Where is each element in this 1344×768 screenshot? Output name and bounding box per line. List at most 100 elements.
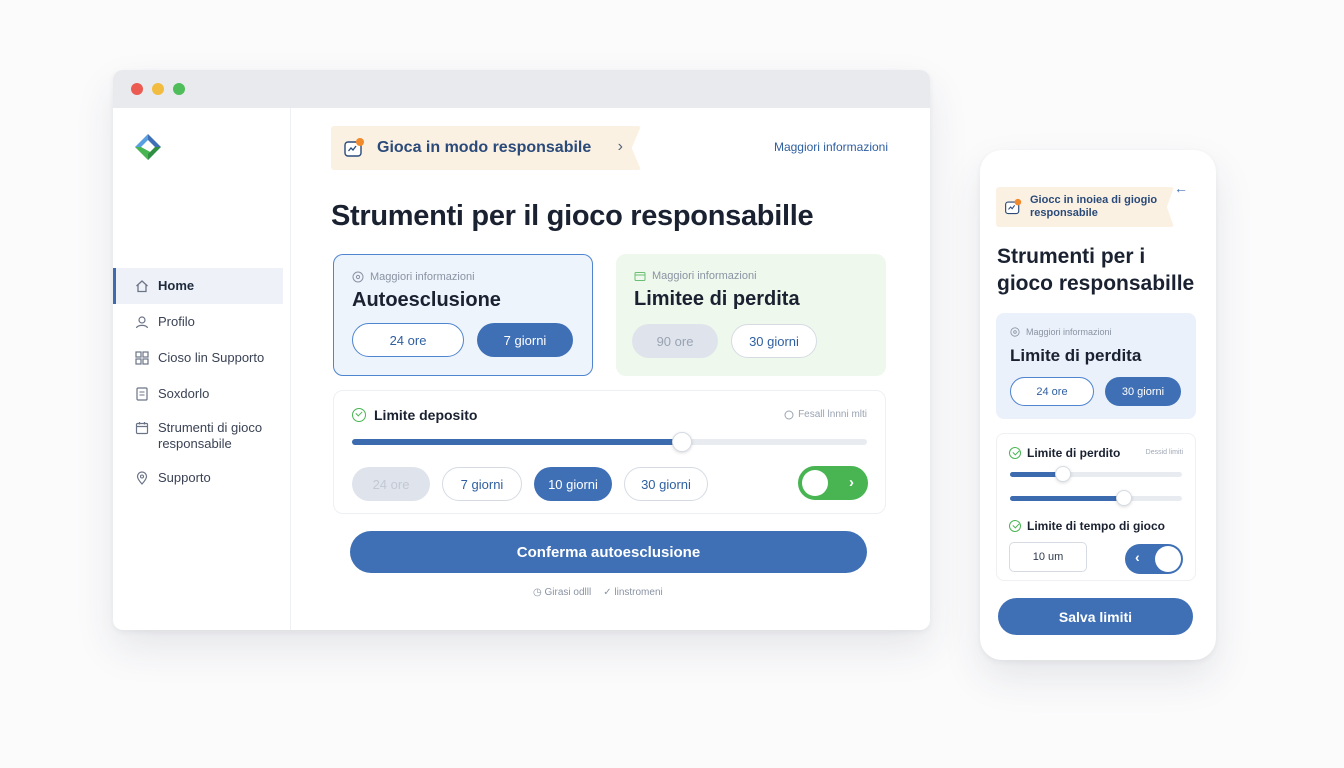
card-info[interactable]: Maggiori informazioni [634, 270, 757, 282]
time-limit-toggle[interactable]: ‹ [1125, 544, 1183, 574]
card-title: Limite di perdita [1010, 346, 1142, 365]
footer-link-left[interactable]: ◷ Girasi odlll [533, 587, 591, 598]
sidebar-item-home[interactable]: Home [113, 268, 283, 304]
slider-thumb[interactable] [1055, 466, 1072, 482]
mobile-page-title: Strumenti per i gioco responsabille [997, 245, 1195, 295]
deposit-option-7-giorni[interactable]: 7 giorni [442, 467, 522, 501]
chevron-right-icon: › [849, 474, 854, 491]
check-circle-icon [1009, 447, 1021, 459]
mobile-screen: ← Giocc in inoiea di giogio responsabile… [980, 150, 1216, 660]
more-info-link[interactable]: Maggiori informazioni [774, 140, 888, 154]
sidebar-item-profilo[interactable]: Profilo [113, 304, 283, 340]
option-90-ore-button[interactable]: 90 ore [632, 324, 718, 358]
loss-limit-slider-2[interactable] [1010, 490, 1182, 506]
window-titlebar [113, 70, 930, 108]
mobile-limits-section: Limite di perdito Dessid limiti Limite d… [996, 433, 1196, 581]
sidebar-nav: Home Profilo Cioso lin Supporto Soxdorlo… [113, 268, 283, 496]
loss-limit-header: Limite di perdito [1009, 446, 1120, 460]
deposit-limit-header: Limite deposito [352, 407, 477, 423]
card-info-label: Maggiori informazioni [652, 270, 757, 282]
deposit-toggle[interactable]: › [798, 466, 868, 500]
user-icon [135, 316, 149, 329]
deposit-slider[interactable] [352, 432, 867, 452]
self-exclusion-card: Maggiori informazioni Autoesclusione 24 … [333, 254, 593, 376]
deposit-limit-aside: Fesall lnnni mlti [784, 409, 867, 420]
location-pin-icon [136, 471, 148, 485]
toggle-knob [1155, 546, 1181, 572]
close-window-button[interactable] [131, 83, 143, 95]
card-title: Autoesclusione [352, 289, 501, 311]
card-info[interactable]: Maggiori informazioni [1010, 327, 1112, 337]
sidebar-item-label: Strumenti di gioco responsabile [158, 420, 263, 451]
mobile-banner-label: Giocc in inoiea di giogio responsabile [1030, 194, 1158, 219]
grid-icon [135, 351, 149, 365]
banner-label: Gioca in modo responsabile [377, 139, 592, 156]
card-info-label: Maggiori informazioni [1026, 327, 1112, 337]
sidebar-item-supporto-grid[interactable]: Cioso lin Supporto [113, 340, 283, 376]
deposit-limit-title: Limite deposito [374, 407, 478, 423]
loss-limit-card: Maggiori informazioni Limitee di perdita… [616, 254, 886, 376]
toggle-knob [802, 470, 828, 496]
check-circle-icon [1009, 520, 1021, 532]
main-content: Gioca in modo responsabile › Maggiori in… [291, 108, 930, 630]
time-limit-header: Limite di tempo di gioco [1009, 519, 1165, 533]
slider-thumb[interactable] [1115, 490, 1132, 506]
gaming-controller-icon [344, 138, 364, 157]
deposit-option-30-giorni[interactable]: 30 giorni [624, 467, 708, 501]
minimize-window-button[interactable] [152, 83, 164, 95]
chevron-left-icon: ‹ [1135, 549, 1140, 565]
footer-links: ◷ Girasi odlll ✓ linstromeni [533, 587, 663, 598]
deposit-option-24-ore[interactable]: 24 ore [352, 467, 430, 501]
wallet-icon [634, 272, 646, 281]
info-circle-icon [784, 410, 794, 419]
loss-limit-aside: Dessid limiti [1145, 449, 1183, 456]
sidebar-item-supporto[interactable]: Supporto [113, 460, 283, 496]
mobile-option-24-ore[interactable]: 24 ore [1010, 377, 1094, 406]
sidebar-item-label: Home [158, 278, 195, 293]
slider-fill [352, 439, 682, 445]
loss-limit-slider-1[interactable] [1010, 466, 1182, 482]
deposit-limit-section: Limite deposito Fesall lnnni mlti 24 ore… [333, 390, 886, 514]
sidebar-item-strumenti[interactable]: Strumenti di gioco responsabile [113, 412, 283, 460]
slider-thumb[interactable] [671, 432, 692, 452]
sidebar-item-label: Cioso lin Supporto [158, 350, 265, 365]
home-icon [136, 280, 148, 293]
card-title: Limitee di perdita [634, 288, 800, 310]
save-limits-button[interactable]: Salva limiti [998, 598, 1193, 635]
responsible-gaming-banner[interactable]: Gioca in modo responsabile › [331, 126, 641, 170]
time-limit-title: Limite di tempo di gioco [1027, 519, 1165, 533]
info-circle-icon [1010, 327, 1020, 337]
footer-right-label: linstromeni [614, 587, 663, 598]
document-icon [136, 387, 148, 401]
sidebar-item-soxdorlo[interactable]: Soxdorlo [113, 376, 283, 412]
chevron-right-icon: › [617, 138, 623, 155]
option-30-giorni-button[interactable]: 30 giorni [731, 324, 817, 358]
sidebar-item-label: Profilo [158, 314, 195, 329]
deposit-option-10-giorni[interactable]: 10 giorni [534, 467, 612, 501]
slider-fill [1010, 496, 1124, 501]
mobile-option-30-giorni[interactable]: 30 giorni [1105, 377, 1181, 406]
card-info-label: Maggiori informazioni [370, 271, 475, 283]
option-24-ore-button[interactable]: 24 ore [352, 323, 464, 357]
card-info[interactable]: Maggiori informazioni [352, 271, 475, 283]
deposit-aside-label: Fesall lnnni mlti [798, 409, 867, 420]
check-circle-icon [352, 408, 366, 422]
brand-logo-icon[interactable] [133, 132, 163, 162]
mobile-loss-limit-card: Maggiori informazioni Limite di perdita … [996, 313, 1196, 419]
loss-limit-title: Limite di perdito [1027, 446, 1121, 460]
option-7-giorni-button[interactable]: 7 giorni [477, 323, 573, 357]
confirm-self-exclusion-button[interactable]: Conferma autoesclusione [350, 531, 867, 573]
sidebar-item-label: Soxdorlo [158, 386, 210, 401]
mobile-banner[interactable]: Giocc in inoiea di giogio responsabile [996, 187, 1174, 227]
footer-left-label: Girasi odlll [544, 587, 592, 598]
sidebar: Home Profilo Cioso lin Supporto Soxdorlo… [113, 108, 291, 630]
arrow-left-icon[interactable]: ← [1174, 180, 1188, 196]
page-title: Strumenti per il gioco responsabille [331, 200, 814, 232]
time-limit-input[interactable]: 10 um [1009, 542, 1087, 572]
sidebar-item-label: Supporto [158, 470, 211, 485]
footer-link-right[interactable]: ✓ linstromeni [603, 587, 663, 598]
maximize-window-button[interactable] [173, 83, 185, 95]
gaming-controller-icon [1005, 198, 1022, 215]
info-circle-icon [352, 271, 364, 283]
desktop-window: Home Profilo Cioso lin Supporto Soxdorlo… [113, 70, 930, 630]
